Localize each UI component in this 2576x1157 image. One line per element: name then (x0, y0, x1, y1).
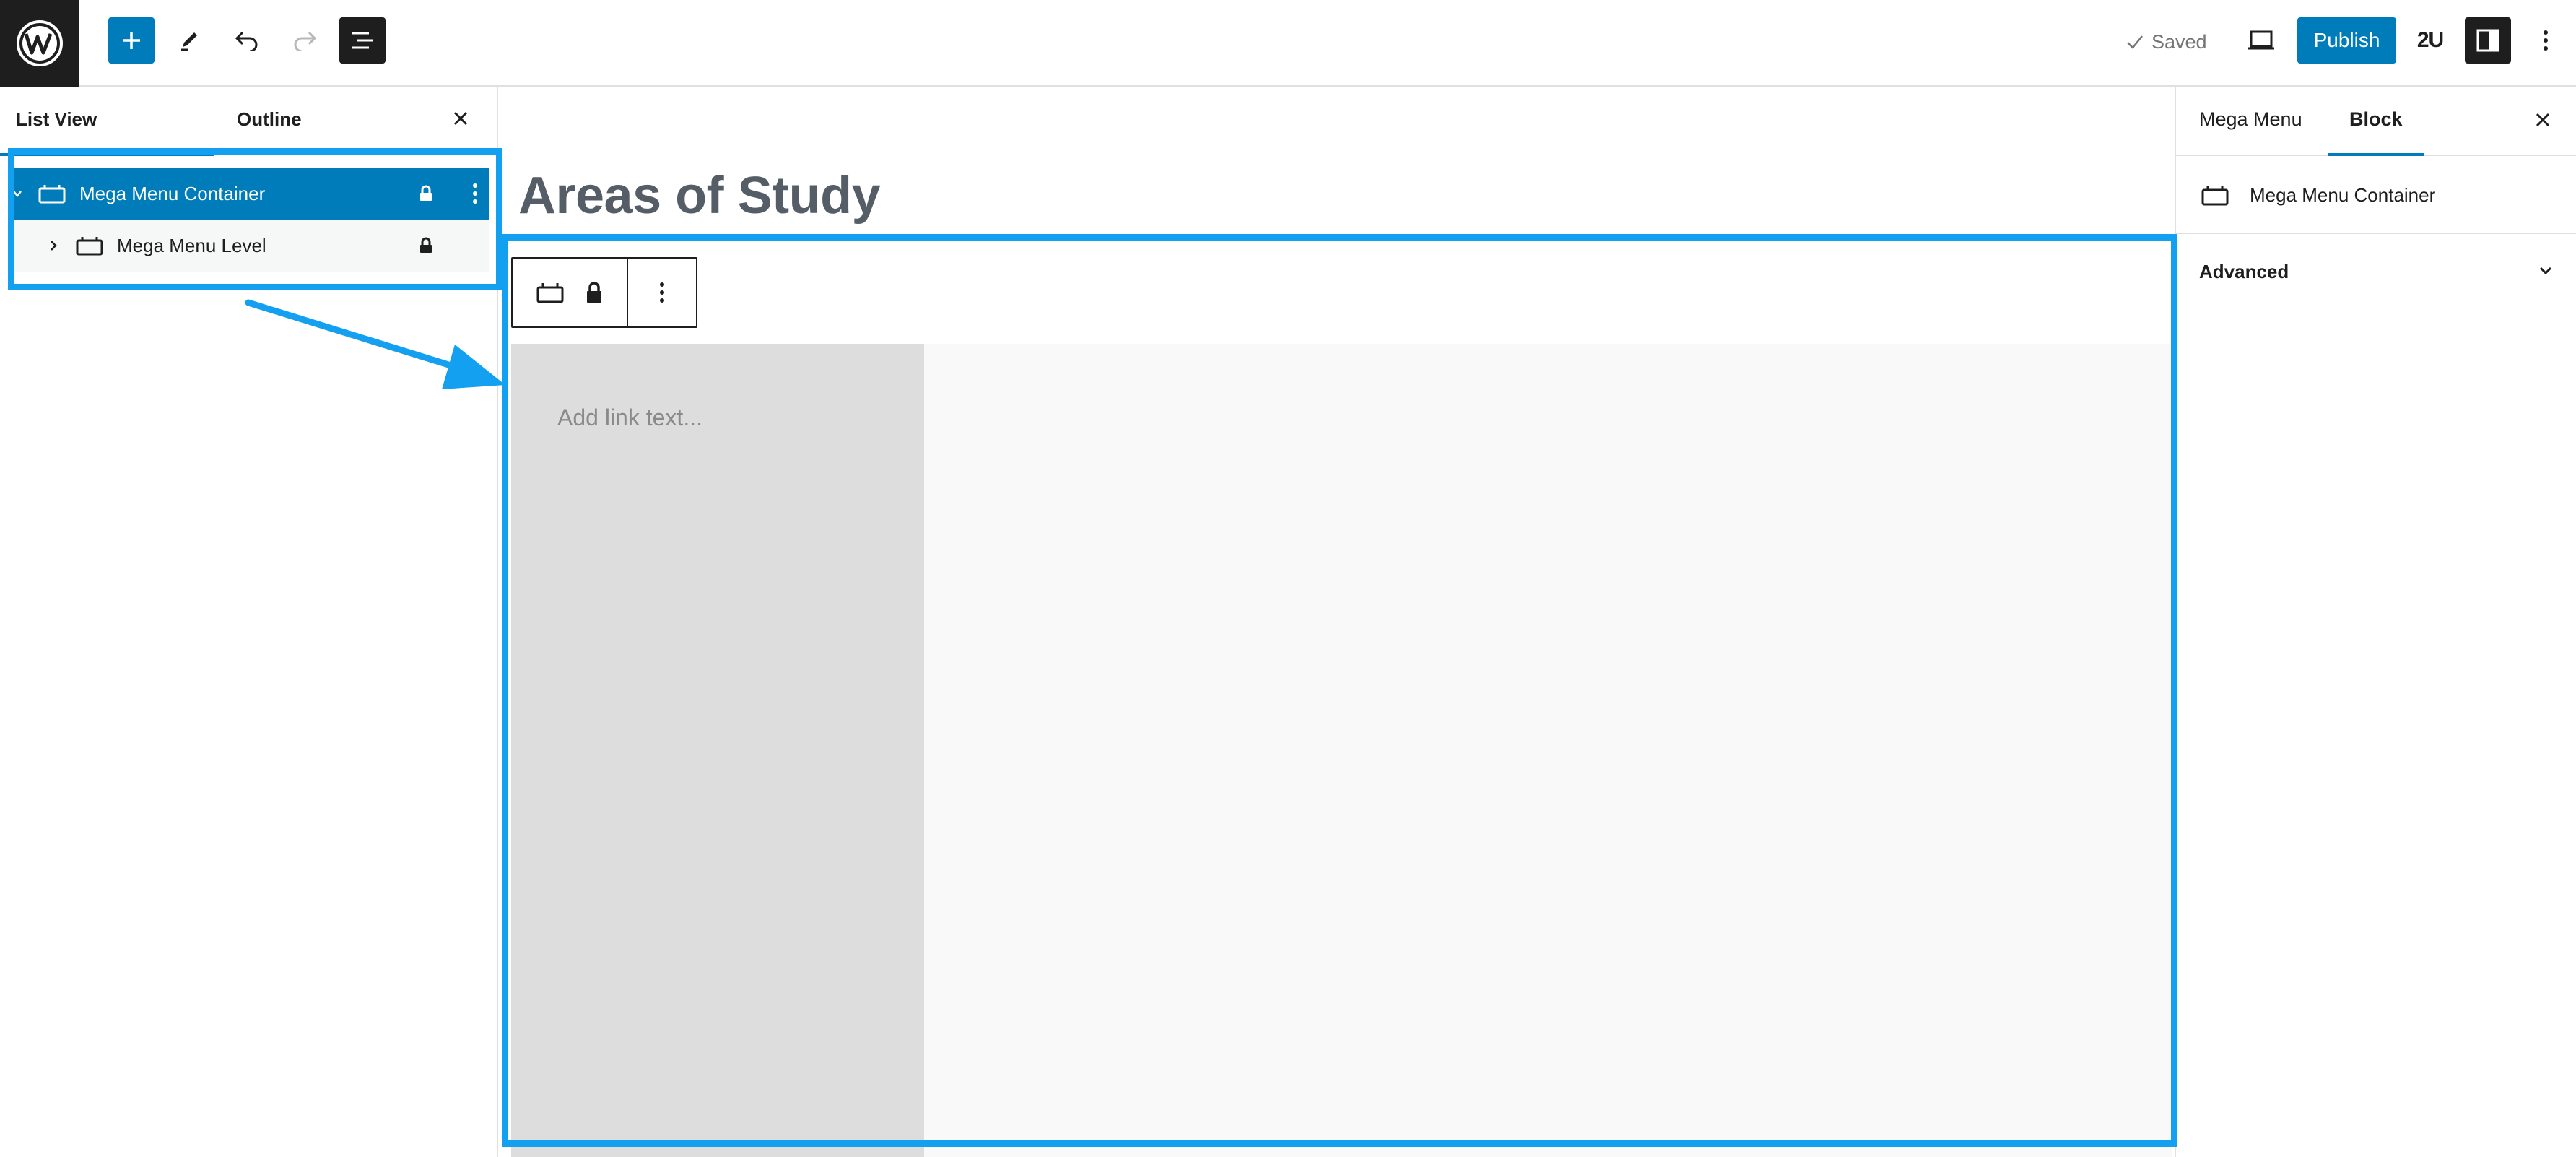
annotation-arrow-icon (245, 299, 505, 389)
settings-button[interactable] (2465, 17, 2511, 64)
check-icon (2127, 35, 2143, 49)
page-title[interactable]: Areas of Study (518, 166, 881, 225)
annotation-highlight-list-view (8, 148, 502, 290)
desktop-icon (2248, 30, 2274, 50)
add-block-button[interactable] (108, 17, 155, 64)
publish-button[interactable]: Publish (2297, 17, 2396, 64)
block-card-title: Mega Menu Container (2250, 183, 2436, 206)
tab-outline[interactable]: Outline (237, 108, 302, 131)
tab-mega-menu[interactable]: Mega Menu (2199, 108, 2302, 131)
redo-button[interactable] (282, 17, 328, 64)
block-editor: Saved Publish 2U List View Outline Mega … (0, 0, 2576, 1157)
sidebar-tabs: Mega Menu Block (2176, 87, 2576, 156)
wordpress-logo-icon[interactable] (0, 0, 79, 87)
tab-list-view[interactable]: List View (16, 108, 97, 131)
advanced-panel-title: Advanced (2199, 260, 2289, 282)
undo-button[interactable] (224, 17, 270, 64)
preview-button[interactable] (2238, 17, 2284, 64)
saved-label: Saved (2151, 30, 2207, 53)
list-view-icon (352, 32, 373, 49)
sidebar-icon (2476, 29, 2499, 52)
more-vertical-icon (2544, 30, 2548, 51)
chevron-down-icon (2539, 266, 2552, 275)
plugin-2u-button[interactable]: 2U (2407, 17, 2453, 64)
annotation-highlight-canvas (502, 234, 2177, 1147)
pencil-icon (181, 32, 197, 51)
advanced-panel-toggle[interactable]: Advanced (2176, 235, 2576, 308)
undo-icon (235, 31, 258, 51)
editor-header: Saved Publish 2U (0, 0, 2576, 87)
block-card: Mega Menu Container (2176, 157, 2576, 234)
active-tab-indicator (2328, 153, 2424, 156)
tools-button[interactable] (166, 17, 212, 64)
settings-sidebar: Mega Menu Block Mega Menu Container Adva… (2175, 87, 2576, 1157)
close-icon (453, 111, 468, 126)
close-icon (2536, 113, 2550, 127)
container-block-icon (2201, 186, 2229, 206)
options-button[interactable] (2523, 17, 2569, 64)
close-list-view-button[interactable] (446, 104, 475, 133)
tab-block[interactable]: Block (2349, 108, 2403, 131)
close-settings-button[interactable] (2528, 105, 2557, 134)
document-overview-button[interactable] (339, 17, 386, 64)
plus-icon (123, 32, 140, 49)
saved-status: Saved (2125, 29, 2207, 55)
list-view-tabs: List View Outline (0, 87, 498, 156)
redo-icon (294, 31, 317, 51)
